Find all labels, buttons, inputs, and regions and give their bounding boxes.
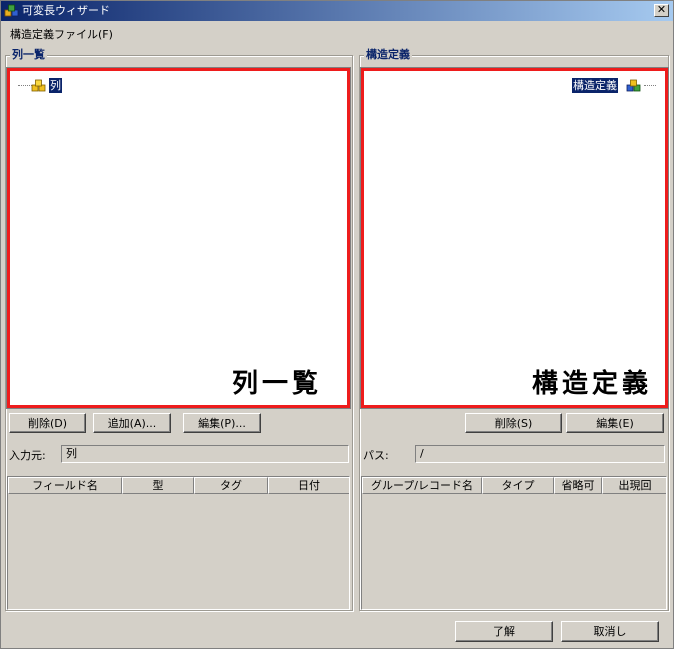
yellow-cubes-icon: [31, 79, 46, 92]
add-column-button[interactable]: 追加(A)...: [93, 413, 171, 433]
wizard-cubes-icon: [4, 4, 19, 17]
structure-tree[interactable]: 構造定義 構造定義: [360, 67, 669, 409]
structure-caption: 構造定義: [532, 369, 653, 399]
tree-connector: [18, 85, 32, 86]
tree-connector: [644, 85, 656, 86]
structure-list-header: グループ/レコード名 タイプ 省略可 出現回: [362, 477, 666, 494]
input-source-field[interactable]: 列: [61, 445, 349, 463]
title-bar: 可変長ウィザード ✕: [1, 1, 673, 21]
column-header-kind[interactable]: タイプ: [482, 477, 554, 494]
field-list-header: フィールド名 型 タグ 日付: [8, 477, 349, 494]
column-header-type[interactable]: 型: [122, 477, 194, 494]
structure-group-label: 構造定義: [364, 48, 412, 62]
close-icon: ✕: [656, 3, 667, 16]
path-field[interactable]: /: [415, 445, 665, 463]
field-list[interactable]: フィールド名 型 タグ 日付: [7, 476, 350, 610]
delete-structure-button[interactable]: 削除(S): [465, 413, 562, 433]
column-header-occurrence[interactable]: 出現回: [602, 477, 666, 494]
column-header-optional[interactable]: 省略可: [554, 477, 602, 494]
delete-column-button[interactable]: 削除(D): [9, 413, 86, 433]
column-header-group-record-name[interactable]: グループ/レコード名: [362, 477, 482, 494]
column-header-field-name[interactable]: フィールド名: [8, 477, 122, 494]
path-label: パス:: [363, 449, 389, 462]
column-header-date[interactable]: 日付: [268, 477, 349, 494]
close-button[interactable]: ✕: [654, 4, 669, 17]
menu-structure-file[interactable]: 構造定義ファイル(F): [10, 26, 113, 42]
input-source-label: 入力元:: [9, 449, 46, 462]
window-title: 可変長ウィザード: [22, 4, 110, 17]
edit-structure-button[interactable]: 編集(E): [566, 413, 664, 433]
structure-tree-root-label: 構造定義: [572, 78, 618, 93]
structure-list[interactable]: グループ/レコード名 タイプ 省略可 出現回: [361, 476, 667, 610]
column-list-group-label: 列一覧: [10, 48, 47, 62]
column-header-tag[interactable]: タグ: [194, 477, 268, 494]
edit-column-button[interactable]: 編集(P)...: [183, 413, 261, 433]
blue-cubes-icon: [626, 79, 641, 92]
column-list-caption: 列一覧: [232, 369, 323, 399]
wizard-window: 可変長ウィザード ✕ 構造定義ファイル(F) 列一覧 列 列一覧 削除(D) 追…: [0, 0, 674, 649]
menu-bar: 構造定義ファイル(F): [1, 22, 673, 42]
ok-button[interactable]: 了解: [455, 621, 553, 642]
cancel-button[interactable]: 取消し: [561, 621, 659, 642]
column-tree[interactable]: 列 列一覧: [6, 67, 351, 409]
column-tree-root-label: 列: [49, 78, 62, 93]
